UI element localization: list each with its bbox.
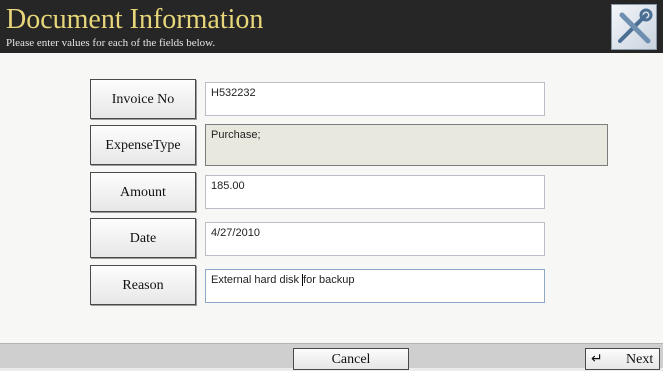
expense-type-button[interactable]: ExpenseType: [90, 125, 196, 165]
next-button[interactable]: ↵ Next: [585, 348, 660, 370]
reason-text-before-caret: External hard disk: [211, 274, 303, 286]
cancel-button[interactable]: Cancel: [293, 348, 409, 370]
date-button[interactable]: Date: [90, 218, 196, 258]
tools-icon[interactable]: [611, 4, 657, 50]
date-field[interactable]: 4/27/2010: [205, 222, 545, 256]
expense-type-field: Purchase;: [205, 124, 608, 166]
page-subtitle: Please enter values for each of the fiel…: [6, 37, 216, 49]
reason-button[interactable]: Reason: [90, 265, 196, 305]
header-bar: Document Information Please enter values…: [0, 0, 663, 53]
reason-text-after-caret: for backup: [303, 274, 355, 286]
amount-field[interactable]: 185.00: [205, 175, 545, 209]
amount-button[interactable]: Amount: [90, 172, 196, 212]
footer-bar: Cancel ↵ Next: [0, 343, 663, 370]
form-panel: Invoice No H532232 ExpenseType Purchase;…: [0, 53, 663, 343]
page-title: Document Information: [6, 4, 264, 35]
invoice-no-field[interactable]: H532232: [205, 82, 545, 116]
invoice-no-button[interactable]: Invoice No: [90, 79, 196, 119]
reason-field[interactable]: External hard disk for backup: [205, 269, 545, 303]
